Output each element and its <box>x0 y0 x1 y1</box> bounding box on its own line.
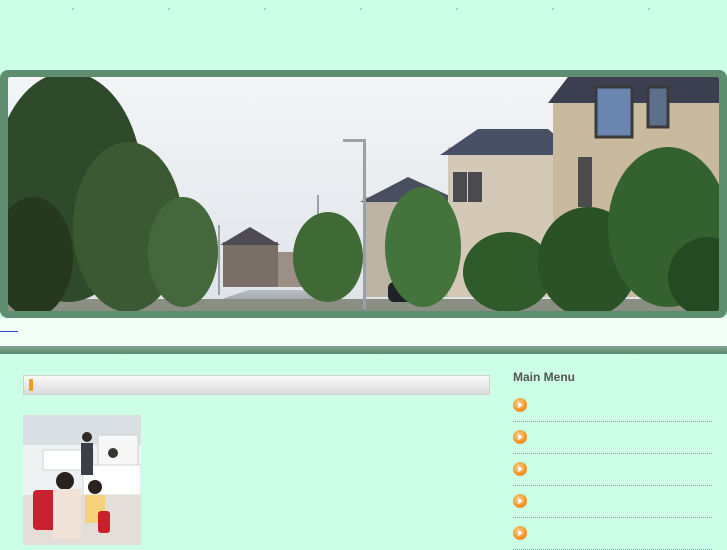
orange-circle-arrow-icon <box>513 398 527 412</box>
family-photo-image <box>23 415 141 545</box>
menu-item[interactable] <box>513 518 712 550</box>
header-strip <box>0 318 727 346</box>
main-menu-heading: Main Menu <box>513 370 575 384</box>
content-title-bar <box>23 375 490 395</box>
menu-item[interactable] <box>513 454 712 486</box>
decor-dot <box>552 8 554 10</box>
orange-circle-arrow-icon <box>513 430 527 444</box>
main-menu <box>513 390 712 550</box>
decor-dot <box>264 8 266 10</box>
header-divider <box>0 346 727 354</box>
top-band <box>0 0 727 70</box>
menu-item[interactable] <box>513 486 712 518</box>
header-link[interactable] <box>0 331 18 332</box>
menu-item[interactable] <box>513 422 712 454</box>
decor-dot <box>360 8 362 10</box>
street-scene-image <box>8 77 719 311</box>
header-banner <box>0 70 727 318</box>
decor-dot <box>648 8 650 10</box>
menu-item[interactable] <box>513 390 712 422</box>
family-photo <box>23 415 141 545</box>
orange-circle-arrow-icon <box>513 462 527 476</box>
decor-dot <box>72 8 74 10</box>
banner-photo <box>8 77 719 311</box>
orange-bar-icon <box>29 379 33 391</box>
decor-dot <box>456 8 458 10</box>
decor-dot <box>168 8 170 10</box>
orange-circle-arrow-icon <box>513 494 527 508</box>
orange-circle-arrow-icon <box>513 526 527 540</box>
